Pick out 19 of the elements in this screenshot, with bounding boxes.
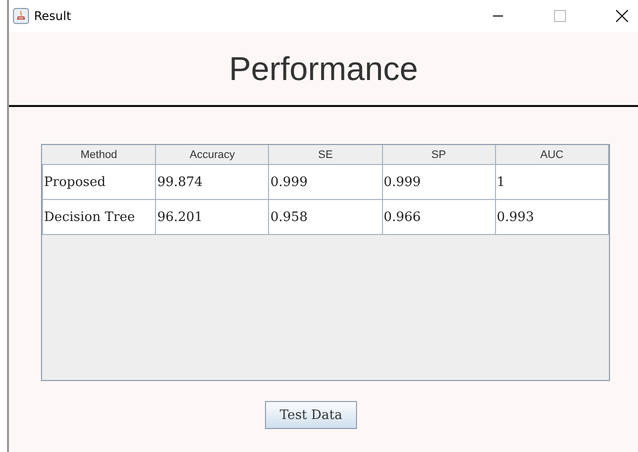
window-title: Result	[34, 9, 72, 23]
close-icon[interactable]	[616, 10, 628, 22]
table-cell: Proposed	[42, 164, 156, 200]
table-cell: 0.993	[495, 200, 608, 234]
heading: Performance	[229, 50, 418, 88]
column-header[interactable]: SP	[382, 145, 496, 164]
table-cell: 0.966	[382, 200, 496, 234]
column-header[interactable]: Method	[42, 145, 156, 164]
table-cell: 0.999	[382, 164, 496, 200]
table-cell: 0.958	[268, 200, 382, 234]
table-cell: 1	[495, 164, 608, 200]
table-cell: 99.874	[156, 164, 269, 200]
column-header[interactable]: AUC	[495, 145, 608, 164]
table-cell: 96.201	[156, 200, 269, 234]
table-cell: Decision Tree	[42, 200, 156, 234]
column-header[interactable]: SE	[268, 145, 382, 164]
table-cell: 0.999	[268, 164, 382, 200]
column-header[interactable]: Accuracy	[156, 145, 269, 164]
test-data-button[interactable]: Test Data	[264, 401, 358, 429]
